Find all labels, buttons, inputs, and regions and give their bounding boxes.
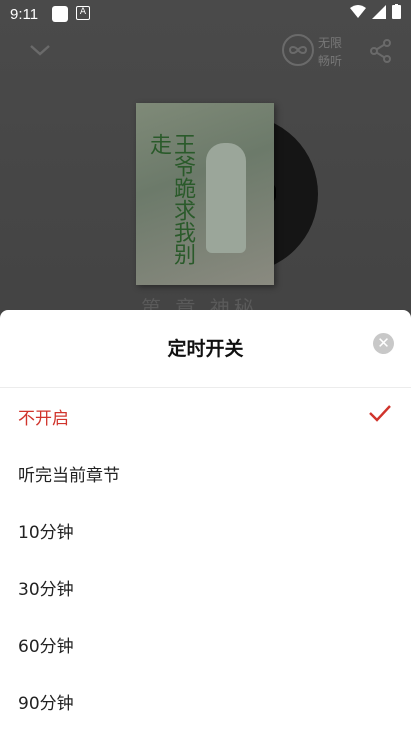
notification-icon [52, 6, 68, 22]
status-time: 9:11 [10, 6, 39, 23]
sheet-title: 定时开关 [167, 338, 244, 360]
status-icons [350, 4, 401, 19]
status-bar: 9:11 A [0, 0, 411, 30]
book-cover: 王爷跪求我别走 [136, 103, 274, 285]
timer-option[interactable]: 不开启 [0, 387, 411, 444]
wifi-icon [350, 4, 366, 18]
close-icon[interactable]: ✕ [373, 333, 394, 354]
option-label: 60分钟 [18, 637, 74, 657]
option-label: 不开启 [18, 409, 69, 429]
sheet-header: 定时开关 ✕ [0, 310, 411, 388]
share-icon[interactable] [368, 38, 394, 64]
timer-bottom-sheet: 定时开关 ✕ 不开启 听完当前章节 10分钟 30分钟 60分钟 90分钟 [0, 310, 411, 730]
option-label: 90分钟 [18, 694, 74, 714]
timer-option[interactable]: 90分钟 [0, 672, 411, 729]
infinite-listen-icon[interactable] [282, 34, 314, 66]
signal-icon [372, 4, 386, 19]
timer-option[interactable]: 30分钟 [0, 558, 411, 615]
infinite-label-line2: 畅听 [318, 54, 343, 68]
timer-option[interactable]: 60分钟 [0, 615, 411, 672]
option-label: 30分钟 [18, 580, 74, 600]
collapse-chevron-icon[interactable] [28, 38, 52, 62]
battery-icon [392, 4, 401, 19]
timer-option[interactable]: 听完当前章节 [0, 444, 411, 501]
cover-title: 王爷跪求我别走 [146, 133, 195, 265]
app-notification-icon: A [76, 6, 90, 20]
infinite-label-line1: 无限 [318, 36, 343, 50]
infinite-listen-label[interactable]: 无限 畅听 [318, 34, 348, 70]
option-label: 听完当前章节 [18, 466, 120, 486]
check-icon [369, 405, 391, 422]
timer-option[interactable]: 10分钟 [0, 501, 411, 558]
cover-figure [206, 143, 246, 253]
infinity-icon [288, 46, 308, 54]
option-label: 10分钟 [18, 523, 74, 543]
